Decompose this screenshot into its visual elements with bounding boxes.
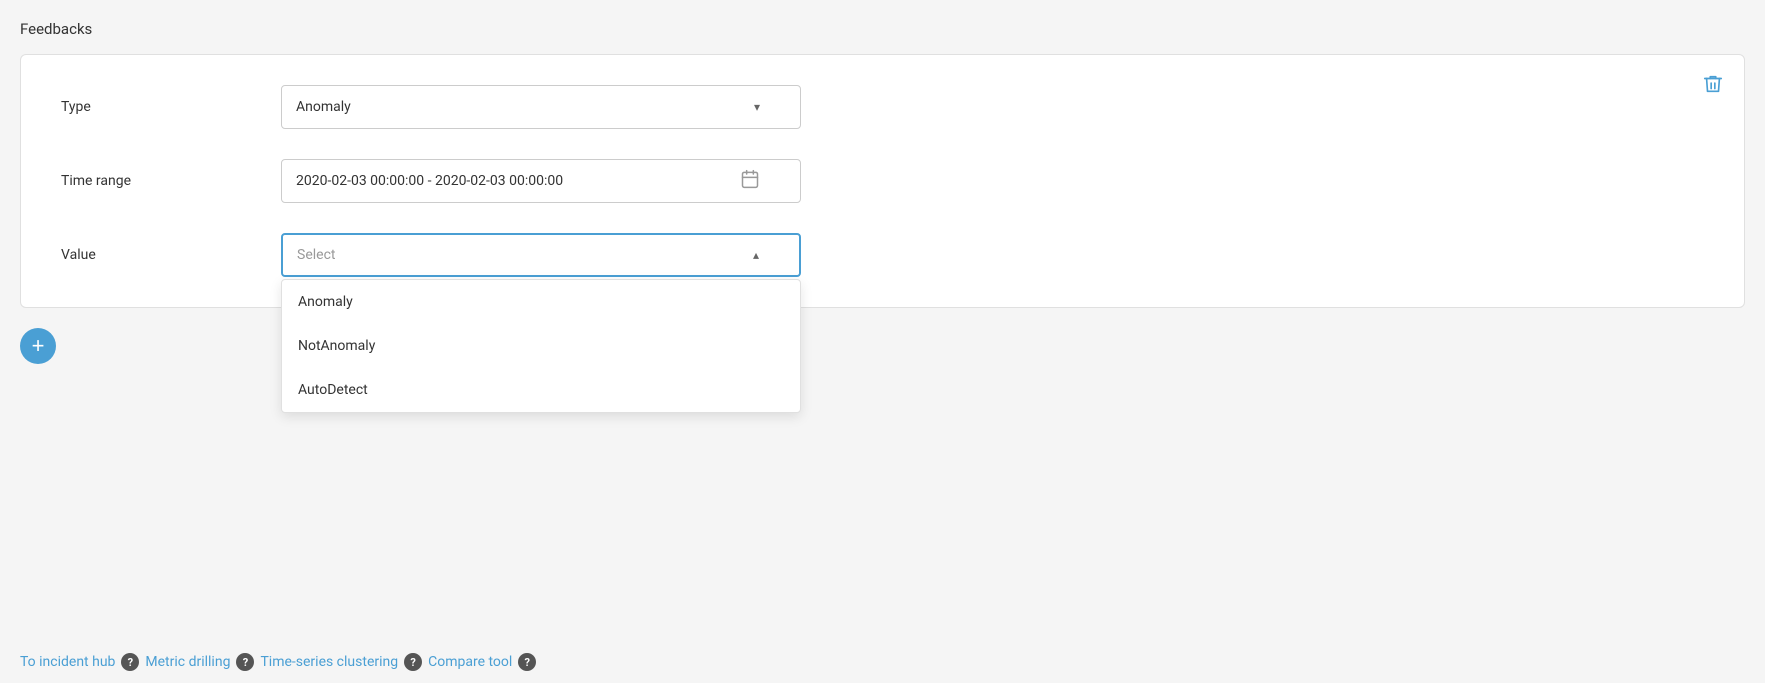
add-button[interactable]: +	[20, 328, 56, 364]
calendar-icon	[740, 169, 760, 193]
help-icon-incident[interactable]: ?	[121, 653, 139, 671]
chevron-down-icon: ▾	[754, 100, 760, 114]
help-icon-metric[interactable]: ?	[236, 653, 254, 671]
value-dropdown-menu: Anomaly NotAnomaly AutoDetect	[281, 279, 801, 413]
feedback-card: Type Anomaly ▾ Time range 2020-02-03 00:…	[20, 54, 1745, 308]
footer-link-incident-hub[interactable]: To incident hub	[20, 654, 115, 670]
value-select-wrapper: Select ▴ Anomaly NotAnomaly AutoDetect	[281, 233, 801, 277]
trash-icon	[1702, 73, 1724, 95]
footer-link-metric-drilling[interactable]: Metric drilling	[145, 654, 230, 670]
time-range-label: Time range	[61, 173, 281, 189]
dropdown-option-autodetect[interactable]: AutoDetect	[282, 368, 800, 412]
type-selected-value: Anomaly	[296, 99, 351, 115]
help-icon-compare[interactable]: ?	[518, 653, 536, 671]
time-range-input[interactable]: 2020-02-03 00:00:00 - 2020-02-03 00:00:0…	[281, 159, 801, 203]
help-icon-timeseries[interactable]: ?	[404, 653, 422, 671]
value-row: Value Select ▴ Anomaly NotAnomaly AutoDe…	[61, 233, 1704, 277]
page-title: Feedbacks	[20, 20, 1745, 38]
add-icon: +	[32, 335, 45, 357]
value-label: Value	[61, 247, 281, 263]
dropdown-option-anomaly[interactable]: Anomaly	[282, 280, 800, 324]
footer-links: To incident hub ? Metric drilling ? Time…	[20, 641, 536, 683]
type-select[interactable]: Anomaly ▾	[281, 85, 801, 129]
value-placeholder: Select	[297, 247, 335, 263]
time-range-value: 2020-02-03 00:00:00 - 2020-02-03 00:00:0…	[296, 173, 563, 189]
footer-link-compare[interactable]: Compare tool	[428, 654, 512, 670]
footer-link-time-series[interactable]: Time-series clustering	[260, 654, 398, 670]
value-select[interactable]: Select ▴	[281, 233, 801, 277]
type-label: Type	[61, 99, 281, 115]
time-range-row: Time range 2020-02-03 00:00:00 - 2020-02…	[61, 159, 1704, 203]
type-row: Type Anomaly ▾	[61, 85, 1704, 129]
chevron-up-icon: ▴	[753, 248, 759, 262]
dropdown-option-notanomaly[interactable]: NotAnomaly	[282, 324, 800, 368]
type-select-wrapper: Anomaly ▾	[281, 85, 801, 129]
delete-button[interactable]	[1702, 73, 1724, 98]
page-container: Feedbacks Type Anomaly ▾ Time	[0, 0, 1765, 683]
